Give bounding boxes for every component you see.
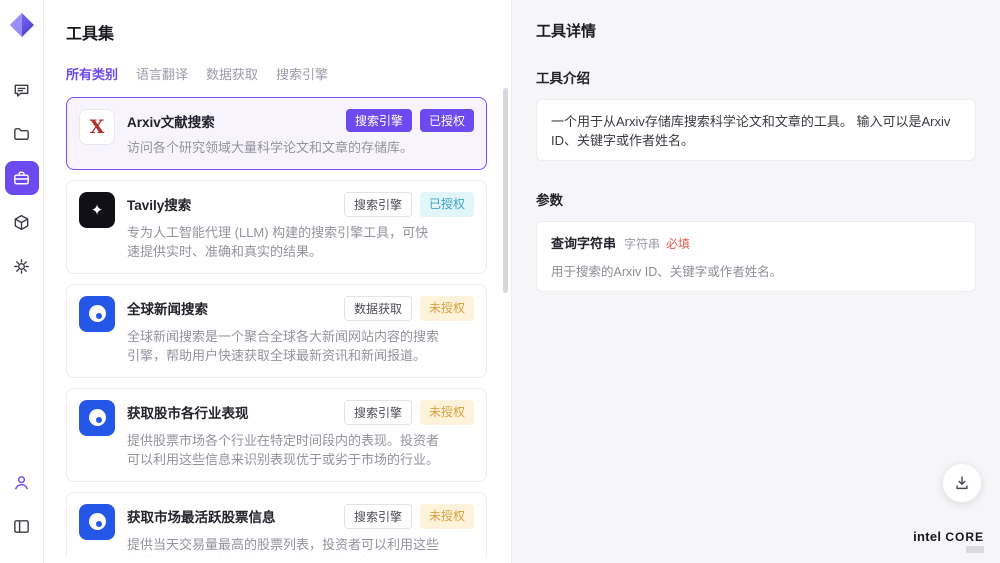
tool-card-body: 获取股市各行业表现 搜索引擎 未授权 提供股票市场各个行业在特定时间段内的表现。… (127, 400, 474, 470)
category-badge: 搜索引擎 (344, 192, 412, 217)
folder-icon[interactable] (5, 117, 39, 151)
tool-badges: 搜索引擎 已授权 (344, 192, 474, 217)
param-type: 字符串 (624, 235, 660, 252)
tool-card[interactable]: 获取市场最活跃股票信息 搜索引擎 未授权 提供当天交易量最高的股票列表，投资者可… (66, 492, 487, 558)
category-tabs: 所有类别 语言翻译 数据获取 搜索引擎 (66, 64, 495, 83)
tool-name: 获取市场最活跃股票信息 (127, 504, 276, 526)
cube-icon[interactable] (5, 205, 39, 239)
tool-badges: 数据获取 未授权 (344, 296, 474, 321)
download-icon (953, 474, 971, 492)
tool-list-panel: 工具集 所有类别 语言翻译 数据获取 搜索引擎 (44, 0, 512, 563)
tool-description: 访问各个研究领域大量科学论文和文章的存储库。 (127, 138, 439, 158)
tab-label: 所有类别 (66, 67, 118, 82)
download-button[interactable] (942, 463, 982, 503)
tool-icon (79, 109, 115, 145)
core-label: CORE (945, 530, 984, 544)
tool-card-header: 全球新闻搜索 数据获取 未授权 (127, 296, 474, 321)
intro-text: 一个用于从Arxiv存储库搜索科学论文和文章的工具。 输入可以是Arxiv ID… (551, 114, 950, 148)
intel-sub-badge (966, 546, 984, 553)
tool-description: 全球新闻搜索是一个聚合全球各大新闻网站内容的搜索引擎，帮助用户快速获取全球最新资… (127, 327, 439, 366)
tool-badges: 搜索引擎 未授权 (344, 504, 474, 529)
category-tab[interactable]: 所有类别 (66, 64, 118, 83)
tool-card[interactable]: Tavily搜索 搜索引擎 已授权 专为人工智能代理 (LLM) 构建的搜索引擎… (66, 180, 487, 274)
category-badge: 数据获取 (344, 296, 412, 321)
tool-description: 提供股票市场各个行业在特定时间段内的表现。投资者可以利用这些信息来识别表现优于或… (127, 431, 439, 470)
tool-card[interactable]: Arxiv文献搜索 搜索引擎 已授权 访问各个研究领域大量科学论文和文章的存储库… (66, 97, 487, 170)
chat-icon[interactable] (5, 73, 39, 107)
tab-label: 语言翻译 (136, 67, 188, 82)
tool-card-body: 全球新闻搜索 数据获取 未授权 全球新闻搜索是一个聚合全球各大新闻网站内容的搜索… (127, 296, 474, 366)
tool-name: Arxiv文献搜索 (127, 109, 215, 131)
tool-icon (79, 192, 115, 228)
intro-heading: 工具介绍 (536, 67, 976, 87)
tool-name: Tavily搜索 (127, 192, 191, 214)
category-tab[interactable]: 搜索引擎 (276, 64, 328, 83)
tool-detail-panel: 工具详情 工具介绍 一个用于从Arxiv存储库搜索科学论文和文章的工具。 输入可… (512, 0, 1000, 563)
detail-title: 工具详情 (536, 20, 976, 41)
scrollbar-track (503, 88, 508, 550)
auth-status-badge: 未授权 (420, 400, 474, 425)
tool-badges: 搜索引擎 未授权 (344, 400, 474, 425)
scrollbar-thumb[interactable] (503, 88, 508, 293)
tool-card-body: Tavily搜索 搜索引擎 已授权 专为人工智能代理 (LLM) 构建的搜索引擎… (127, 192, 474, 262)
tool-description: 专为人工智能代理 (LLM) 构建的搜索引擎工具，可快速提供实时、准确和真实的结… (127, 223, 439, 262)
page-title: 工具集 (66, 20, 495, 44)
category-tab[interactable]: 语言翻译 (136, 64, 188, 83)
param-name: 查询字符串 (551, 233, 616, 252)
category-tab[interactable]: 数据获取 (206, 64, 258, 83)
intro-card: 一个用于从Arxiv存储库搜索科学论文和文章的工具。 输入可以是Arxiv ID… (536, 99, 976, 161)
layout-panel-icon[interactable] (5, 509, 39, 543)
tab-label: 搜索引擎 (276, 67, 328, 82)
category-badge: 搜索引擎 (344, 400, 412, 425)
tool-card-body: 获取市场最活跃股票信息 搜索引擎 未授权 提供当天交易量最高的股票列表，投资者可… (127, 504, 474, 558)
app-logo-icon (9, 12, 35, 43)
tool-badges: 搜索引擎 已授权 (346, 109, 474, 132)
auth-status-badge: 未授权 (420, 504, 474, 529)
intel-core-text: intel CORE (913, 529, 984, 544)
intel-core-logo: intel CORE (913, 529, 984, 553)
param-required-flag: 必填 (666, 235, 690, 252)
tool-card-header: 获取市场最活跃股票信息 搜索引擎 未授权 (127, 504, 474, 529)
intel-label: intel (913, 529, 941, 544)
left-sidebar (0, 0, 44, 563)
tool-name: 全球新闻搜索 (127, 296, 208, 318)
params-heading: 参数 (536, 189, 976, 209)
tool-description: 提供当天交易量最高的股票列表，投资者可以利用这些信息来识别流动性强的股票和潜在的… (127, 535, 439, 558)
auth-status-badge: 已授权 (420, 109, 474, 132)
gear-icon[interactable] (5, 249, 39, 283)
tool-card-header: Arxiv文献搜索 搜索引擎 已授权 (127, 109, 474, 132)
category-badge: 搜索引擎 (346, 109, 412, 132)
tool-icon (79, 400, 115, 436)
auth-status-badge: 已授权 (420, 192, 474, 217)
tool-card[interactable]: 获取股市各行业表现 搜索引擎 未授权 提供股票市场各个行业在特定时间段内的表现。… (66, 388, 487, 482)
tool-name: 获取股市各行业表现 (127, 400, 249, 422)
tool-card-body: Arxiv文献搜索 搜索引擎 已授权 访问各个研究领域大量科学论文和文章的存储库… (127, 109, 474, 158)
tab-label: 数据获取 (206, 67, 258, 82)
param-description: 用于搜索的Arxiv ID、关键字或作者姓名。 (551, 261, 961, 280)
param-card: 查询字符串 字符串 必填 用于搜索的Arxiv ID、关键字或作者姓名。 (536, 221, 976, 292)
tool-icon (79, 504, 115, 540)
auth-status-badge: 未授权 (420, 296, 474, 321)
tool-list: Arxiv文献搜索 搜索引擎 已授权 访问各个研究领域大量科学论文和文章的存储库… (66, 97, 495, 557)
user-icon[interactable] (5, 465, 39, 499)
param-header: 查询字符串 字符串 必填 (551, 233, 961, 252)
tool-card[interactable]: 全球新闻搜索 数据获取 未授权 全球新闻搜索是一个聚合全球各大新闻网站内容的搜索… (66, 284, 487, 378)
tool-card-header: Tavily搜索 搜索引擎 已授权 (127, 192, 474, 217)
tool-icon (79, 296, 115, 332)
briefcase-icon[interactable] (5, 161, 39, 195)
category-badge: 搜索引擎 (344, 504, 412, 529)
tool-card-header: 获取股市各行业表现 搜索引擎 未授权 (127, 400, 474, 425)
